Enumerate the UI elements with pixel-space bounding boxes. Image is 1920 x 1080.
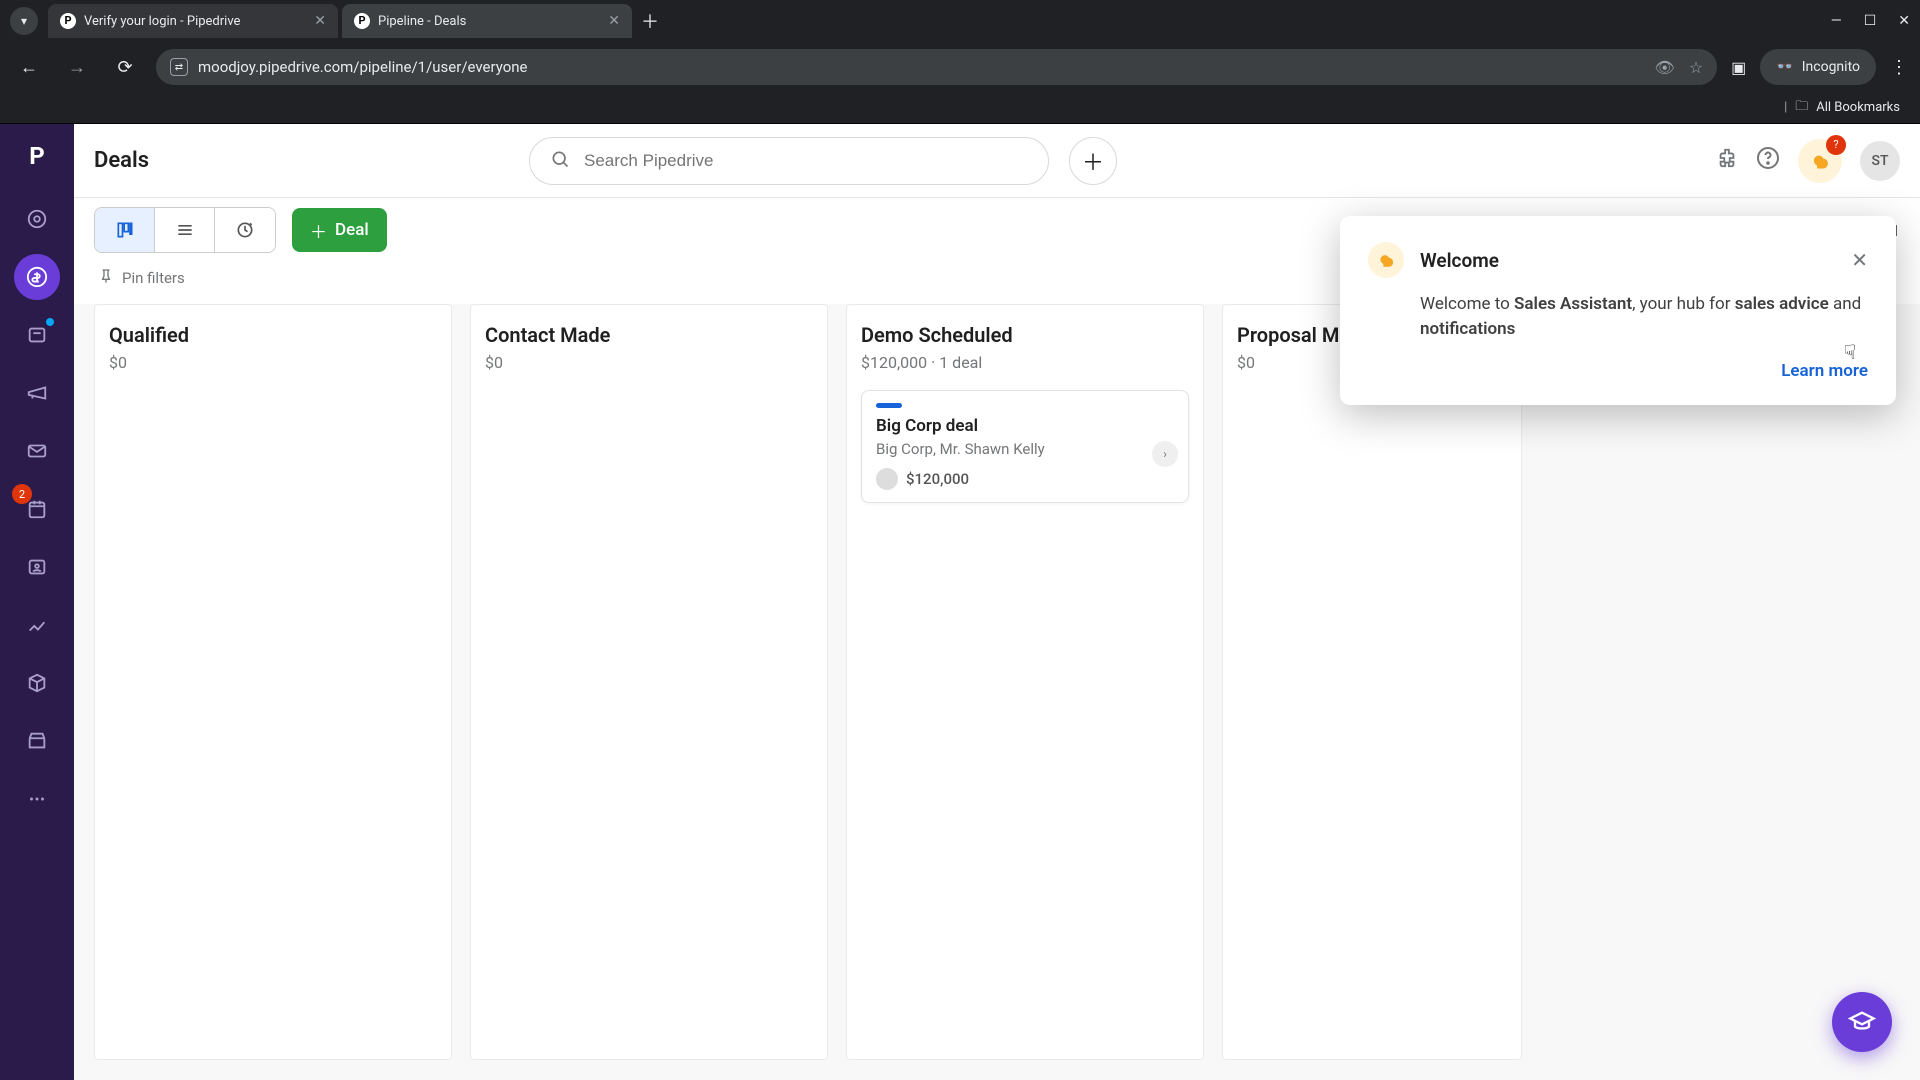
favicon: P: [354, 13, 370, 29]
bookmarks-bar: | 🗀 All Bookmarks: [0, 92, 1920, 124]
site-info-icon[interactable]: ⇄: [170, 58, 188, 76]
plus-icon: ＋: [310, 218, 327, 243]
popover-text: and: [1829, 294, 1861, 314]
stage-summary: $0: [485, 353, 813, 372]
popover-text-bold: notifications: [1420, 319, 1515, 339]
popover-title: Welcome: [1420, 249, 1499, 272]
nav-insights-icon[interactable]: [14, 602, 60, 648]
tab-search-dropdown[interactable]: ▾: [10, 7, 38, 35]
tab-title: Verify your login - Pipedrive: [84, 14, 306, 29]
assist-badge: ?: [1826, 135, 1846, 155]
url-text: moodjoy.pipedrive.com/pipeline/1/user/ev…: [198, 58, 528, 76]
view-kanban-button[interactable]: [95, 208, 155, 252]
quick-add-button[interactable]: ＋: [1069, 137, 1117, 185]
popover-close-icon[interactable]: ✕: [1851, 248, 1868, 272]
popover-text: , your hub for: [1632, 294, 1735, 314]
search-icon: [550, 149, 570, 173]
browser-toolbar: ← → ⟳ ⇄ moodjoy.pipedrive.com/pipeline/1…: [0, 42, 1920, 92]
nav-back-button[interactable]: ←: [12, 57, 46, 78]
sidebar-nav: P 2: [0, 124, 74, 1080]
close-tab-icon[interactable]: ✕: [314, 13, 326, 29]
pipeline-stage[interactable]: Contact Made $0: [470, 304, 828, 1060]
badge: 2: [12, 484, 32, 504]
pin-icon: [98, 268, 114, 288]
folder-icon: 🗀: [1795, 97, 1808, 119]
nav-mail-icon[interactable]: [14, 428, 60, 474]
user-initials: ST: [1871, 153, 1888, 169]
sales-assistant-button[interactable]: ?: [1798, 139, 1842, 183]
popover-body: Welcome to Sales Assistant, your hub for…: [1368, 292, 1868, 341]
close-tab-icon[interactable]: ✕: [608, 13, 620, 29]
hide-tracking-icon[interactable]: 👁︎: [1655, 58, 1675, 77]
app-header: Deals ＋ ? ST: [74, 124, 1920, 198]
tab-title: Pipeline - Deals: [378, 14, 600, 29]
page-title: Deals: [94, 148, 149, 173]
stage-summary: $0: [109, 353, 437, 372]
deal-meta: Big Corp, Mr. Shawn Kelly: [876, 440, 1174, 458]
stage-title: Qualified: [109, 323, 437, 347]
app-logo[interactable]: P: [19, 138, 55, 174]
global-search[interactable]: [529, 137, 1049, 185]
new-tab-button[interactable]: ＋: [636, 7, 664, 35]
pin-filters-button[interactable]: Pin filters: [94, 262, 189, 294]
stage-title: Demo Scheduled: [861, 323, 1189, 347]
close-window-icon[interactable]: ✕: [1898, 13, 1910, 29]
stage-summary: $120,000 · 1 deal: [861, 353, 1189, 372]
deal-open-chevron-icon[interactable]: ›: [1152, 441, 1178, 467]
pipeline-stage[interactable]: Proposal M $0: [1222, 304, 1522, 1060]
nav-forward-button[interactable]: →: [60, 57, 94, 78]
user-avatar[interactable]: ST: [1860, 141, 1900, 181]
side-panel-icon[interactable]: ▣: [1731, 58, 1746, 77]
pin-filters-label: Pin filters: [122, 269, 185, 287]
deal-name: Big Corp deal: [876, 416, 1174, 436]
nav-activities-icon[interactable]: 2: [14, 486, 60, 532]
help-icon[interactable]: [1756, 146, 1780, 175]
view-list-button[interactable]: [155, 208, 215, 252]
incognito-label: Incognito: [1802, 59, 1860, 75]
pipeline-stage[interactable]: Qualified $0: [94, 304, 452, 1060]
deal-button-label: Deal: [335, 220, 369, 240]
add-deal-button[interactable]: ＋ Deal: [292, 208, 387, 252]
nav-home-icon[interactable]: [14, 196, 60, 242]
deal-status-bar: [876, 403, 902, 408]
nav-more-icon[interactable]: [14, 776, 60, 822]
reload-button[interactable]: ⟳: [108, 57, 142, 78]
popover-text-bold: sales advice: [1735, 294, 1829, 314]
nav-deals-icon[interactable]: [14, 254, 60, 300]
browser-tab-strip: ▾ P Verify your login - Pipedrive ✕ P Pi…: [0, 0, 1920, 42]
search-input[interactable]: [584, 151, 1028, 171]
sales-assistant-popover: Welcome ✕ Welcome to Sales Assistant, yo…: [1340, 216, 1896, 405]
bookmark-star-icon[interactable]: ☆: [1689, 58, 1703, 77]
maximize-window-icon[interactable]: ☐: [1864, 13, 1877, 29]
pipeline-board: Qualified $0 Contact Made $0 Demo Schedu…: [74, 304, 1920, 1080]
pipeline-stage[interactable]: Demo Scheduled $120,000 · 1 deal Big Cor…: [846, 304, 1204, 1060]
all-bookmarks-link[interactable]: All Bookmarks: [1816, 100, 1900, 115]
popover-text-bold: Sales Assistant: [1514, 294, 1632, 314]
nav-products-icon[interactable]: [14, 660, 60, 706]
minimize-window-icon[interactable]: —: [1831, 13, 1842, 29]
nav-marketplace-icon[interactable]: [14, 718, 60, 764]
stage-title: Contact Made: [485, 323, 813, 347]
popover-text: Welcome to: [1420, 294, 1514, 314]
view-switcher: [94, 207, 276, 253]
academy-fab[interactable]: [1832, 992, 1892, 1052]
learn-more-link[interactable]: Learn more: [1368, 361, 1868, 381]
deal-card[interactable]: Big Corp deal Big Corp, Mr. Shawn Kelly …: [861, 390, 1189, 503]
incognito-icon: 👓: [1776, 59, 1793, 75]
nav-contacts-icon[interactable]: [14, 544, 60, 590]
browser-menu-icon[interactable]: ⋮: [1890, 57, 1908, 78]
favicon: P: [60, 13, 76, 29]
deal-amount: $120,000: [906, 470, 969, 488]
browser-tab-active[interactable]: P Pipeline - Deals ✕: [342, 4, 632, 38]
browser-tab-inactive[interactable]: P Verify your login - Pipedrive ✕: [48, 4, 338, 38]
lightbulb-icon: [1368, 242, 1404, 278]
owner-avatar-icon: [876, 468, 898, 490]
nav-campaigns-icon[interactable]: [14, 370, 60, 416]
extensions-icon[interactable]: [1716, 147, 1738, 174]
view-forecast-button[interactable]: [215, 208, 275, 252]
nav-projects-icon[interactable]: [14, 312, 60, 358]
address-bar[interactable]: ⇄ moodjoy.pipedrive.com/pipeline/1/user/…: [156, 49, 1717, 85]
incognito-indicator[interactable]: 👓 Incognito: [1760, 49, 1876, 85]
